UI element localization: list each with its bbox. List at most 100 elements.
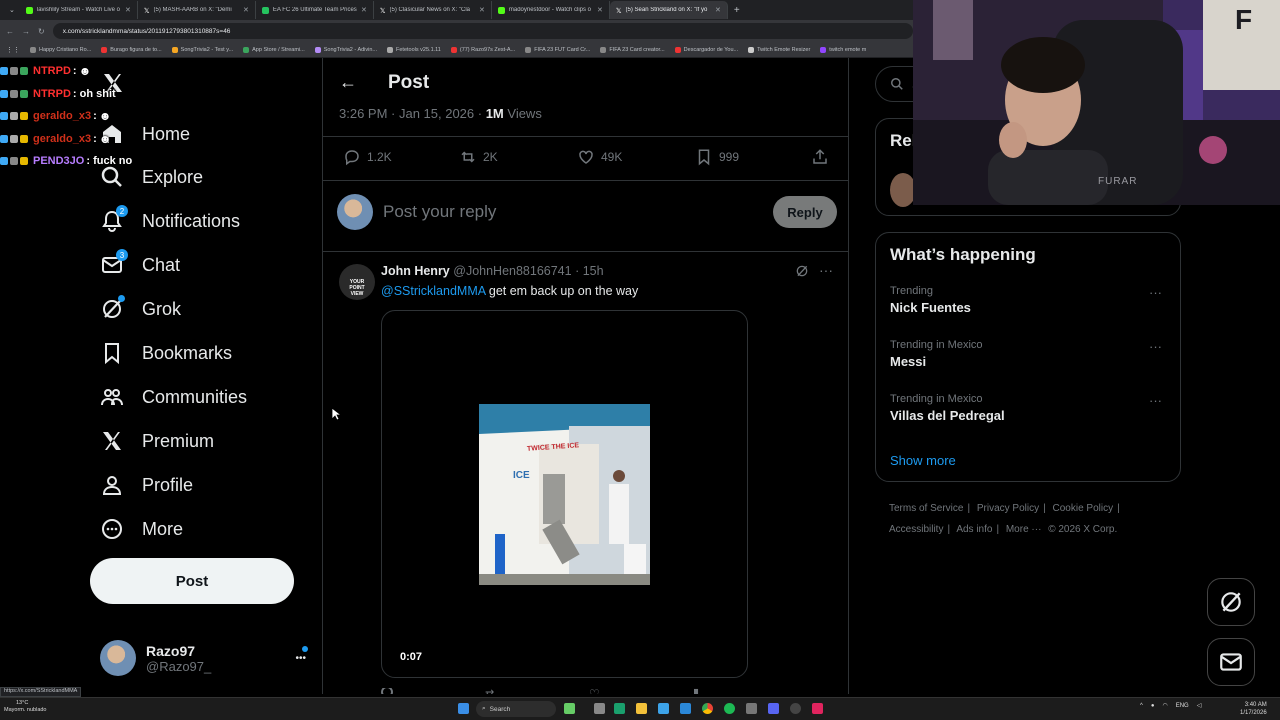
trend-item[interactable]: Trending Nick Fuentes ··· xyxy=(890,285,1170,315)
show-more-link[interactable]: Show more xyxy=(890,453,956,468)
footer-link[interactable]: Cookie Policy xyxy=(1053,503,1114,514)
reply-icon[interactable] xyxy=(381,688,393,694)
music-icon[interactable] xyxy=(812,703,823,714)
footer-link[interactable]: Privacy Policy xyxy=(977,503,1039,514)
nav-item-premium[interactable]: Premium xyxy=(100,426,214,456)
bookmark-item[interactable]: SongTrivia2 - Adivin... xyxy=(314,46,377,53)
bookmark-item[interactable]: Descargador de You... xyxy=(674,46,738,53)
bookmark-item[interactable]: FIFA 23 FUT Card Cr... xyxy=(525,46,590,53)
trend-more-icon[interactable]: ··· xyxy=(1149,285,1162,300)
nav-item-more[interactable]: More xyxy=(100,514,183,544)
close-tab-icon[interactable]: ✕ xyxy=(243,6,249,14)
bookmark-item[interactable]: FIFA 23 Card creator... xyxy=(600,46,665,53)
tray-chevron-icon[interactable]: ^ xyxy=(1140,703,1143,709)
bookmark-item[interactable]: Burago figura de to... xyxy=(101,46,162,53)
nav-item-communities[interactable]: Communities xyxy=(100,382,247,412)
bookmark-count-button[interactable]: 999 xyxy=(695,148,739,166)
tweet-more-icon[interactable]: ··· xyxy=(819,262,833,278)
back-icon[interactable]: ← xyxy=(6,27,14,36)
browser-tab[interactable]: EA FC 26 Ultimate Team Prices ✕ xyxy=(256,1,374,19)
tray-app-icon[interactable]: ● xyxy=(1151,703,1155,709)
tab-menu-icon[interactable]: ⌄ xyxy=(4,6,20,14)
bookmark-item[interactable]: twitch emote m xyxy=(820,46,866,53)
weather-widget[interactable]: 13°C Mayorm. nublado xyxy=(4,700,47,714)
footer-link[interactable]: Terms of Service xyxy=(889,503,963,514)
taskbar-clock[interactable]: 3:40 AM 1/17/2026 xyxy=(1240,701,1267,717)
trend-item[interactable]: Trending in Mexico Villas del Pedregal ·… xyxy=(890,393,1170,423)
taskbar-search[interactable]: ⌕ Search xyxy=(476,701,556,717)
task-view-icon[interactable] xyxy=(594,703,605,714)
like-count-button[interactable]: 49K xyxy=(577,148,622,166)
tweet-author-name[interactable]: John Henry xyxy=(381,264,450,278)
bookmark-item[interactable]: Happy Cristiano Ro... xyxy=(30,46,91,53)
settings-icon[interactable] xyxy=(746,703,757,714)
nav-item-profile[interactable]: Profile xyxy=(100,470,193,500)
browser-tab[interactable]: 𝕏 (5) Clasicular News on X: "Cla ✕ xyxy=(374,1,492,19)
repost-count-button[interactable]: 2K xyxy=(459,148,498,166)
browser-tab-active[interactable]: 𝕏 (5) Sean Strickland on X: "If yo ✕ xyxy=(609,1,728,19)
footer-link[interactable]: Accessibility xyxy=(889,524,943,535)
video-player[interactable]: TWICE THE ICE ICE 0:07 xyxy=(381,310,748,678)
close-tab-icon[interactable]: ✕ xyxy=(125,6,131,14)
views-icon[interactable]: ▮ xyxy=(693,688,699,694)
spotify-icon[interactable] xyxy=(724,703,735,714)
clock-time: 3:40 AM xyxy=(1244,702,1267,708)
forward-icon[interactable]: → xyxy=(22,27,30,36)
reply-count-button[interactable]: 1.2K xyxy=(343,148,392,166)
browser-tab[interactable]: lavishlily Stream - Watch Live o ✕ xyxy=(20,1,138,19)
reply-input[interactable]: Post your reply xyxy=(383,202,773,222)
heart-icon[interactable]: ♡ xyxy=(589,688,600,694)
nav-item-grok[interactable]: Grok xyxy=(100,294,181,324)
close-tab-icon[interactable]: ✕ xyxy=(361,6,367,14)
obs-icon[interactable] xyxy=(790,703,801,714)
bell-icon: 2 xyxy=(100,205,128,233)
edge-icon[interactable] xyxy=(614,703,625,714)
speaker-icon[interactable]: ◁ xyxy=(1197,702,1202,709)
tweet-author-handle[interactable]: @JohnHen88166741 xyxy=(453,264,571,278)
browser-tab[interactable]: madoynestdoor - Watch clips o ✕ xyxy=(492,1,610,19)
account-more-icon[interactable]: ••• xyxy=(295,653,306,664)
back-arrow-icon[interactable]: ← xyxy=(339,72,357,93)
post-button[interactable]: Post xyxy=(90,558,294,604)
store-icon[interactable] xyxy=(680,703,691,714)
trend-item[interactable]: Trending in Mexico Messi ··· xyxy=(890,339,1170,369)
apps-icon[interactable]: ⋮⋮ xyxy=(6,46,20,54)
nav-item-notifications[interactable]: 2 Notifications xyxy=(100,205,240,236)
discord-icon[interactable] xyxy=(768,703,779,714)
reply-button[interactable]: Reply xyxy=(773,196,837,228)
tray-lang[interactable]: ENG xyxy=(1176,703,1189,709)
footer-more-link[interactable]: More ··· xyxy=(1006,524,1042,535)
footer-link[interactable]: Ads info xyxy=(956,524,992,535)
mention-link[interactable]: @SStricklandMMA xyxy=(381,284,485,298)
widgets-icon[interactable] xyxy=(564,703,575,714)
messages-floating-button[interactable] xyxy=(1207,638,1255,686)
bookmark-item[interactable]: Fetetools v25.1.11 xyxy=(387,46,441,53)
wifi-icon[interactable]: ◠ xyxy=(1162,702,1167,709)
reload-icon[interactable]: ↻ xyxy=(38,27,45,36)
close-tab-icon[interactable]: ✕ xyxy=(715,6,721,14)
tweet-time[interactable]: 15h xyxy=(583,264,604,278)
bookmark-item[interactable]: App Store / Streami... xyxy=(243,46,305,53)
windows-start-icon[interactable] xyxy=(458,703,469,714)
share-button[interactable] xyxy=(811,148,829,166)
grok-icon[interactable] xyxy=(795,264,809,283)
photos-icon[interactable] xyxy=(658,703,669,714)
grok-floating-button[interactable] xyxy=(1207,578,1255,626)
repost-icon[interactable]: ⇄ xyxy=(485,688,494,694)
chrome-icon[interactable] xyxy=(702,703,713,714)
avatar[interactable]: YOUR POINT VIEW xyxy=(339,264,375,300)
new-tab-button[interactable]: + xyxy=(728,5,746,16)
url-field[interactable]: x.com/sstricklandmma/status/201191279380… xyxy=(52,23,913,39)
bookmark-item[interactable]: SongTrivia2 - Test y... xyxy=(171,46,233,53)
nav-item-chat[interactable]: 3 Chat xyxy=(100,249,180,280)
account-switcher[interactable]: Razo97 @Razo97_ ••• xyxy=(100,638,310,678)
close-tab-icon[interactable]: ✕ xyxy=(479,6,485,14)
nav-item-bookmarks[interactable]: Bookmarks xyxy=(100,338,232,368)
trend-more-icon[interactable]: ··· xyxy=(1149,393,1162,408)
bookmark-item[interactable]: Twitch Emote Resizer xyxy=(748,46,810,53)
trend-more-icon[interactable]: ··· xyxy=(1149,339,1162,354)
file-explorer-icon[interactable] xyxy=(636,703,647,714)
browser-tab[interactable]: 𝕏 (5) MASH-AARB on X: "Demi ✕ xyxy=(138,1,256,19)
close-tab-icon[interactable]: ✕ xyxy=(597,6,603,14)
bookmark-item[interactable]: (77) Razo97s Zest-A... xyxy=(450,46,515,53)
